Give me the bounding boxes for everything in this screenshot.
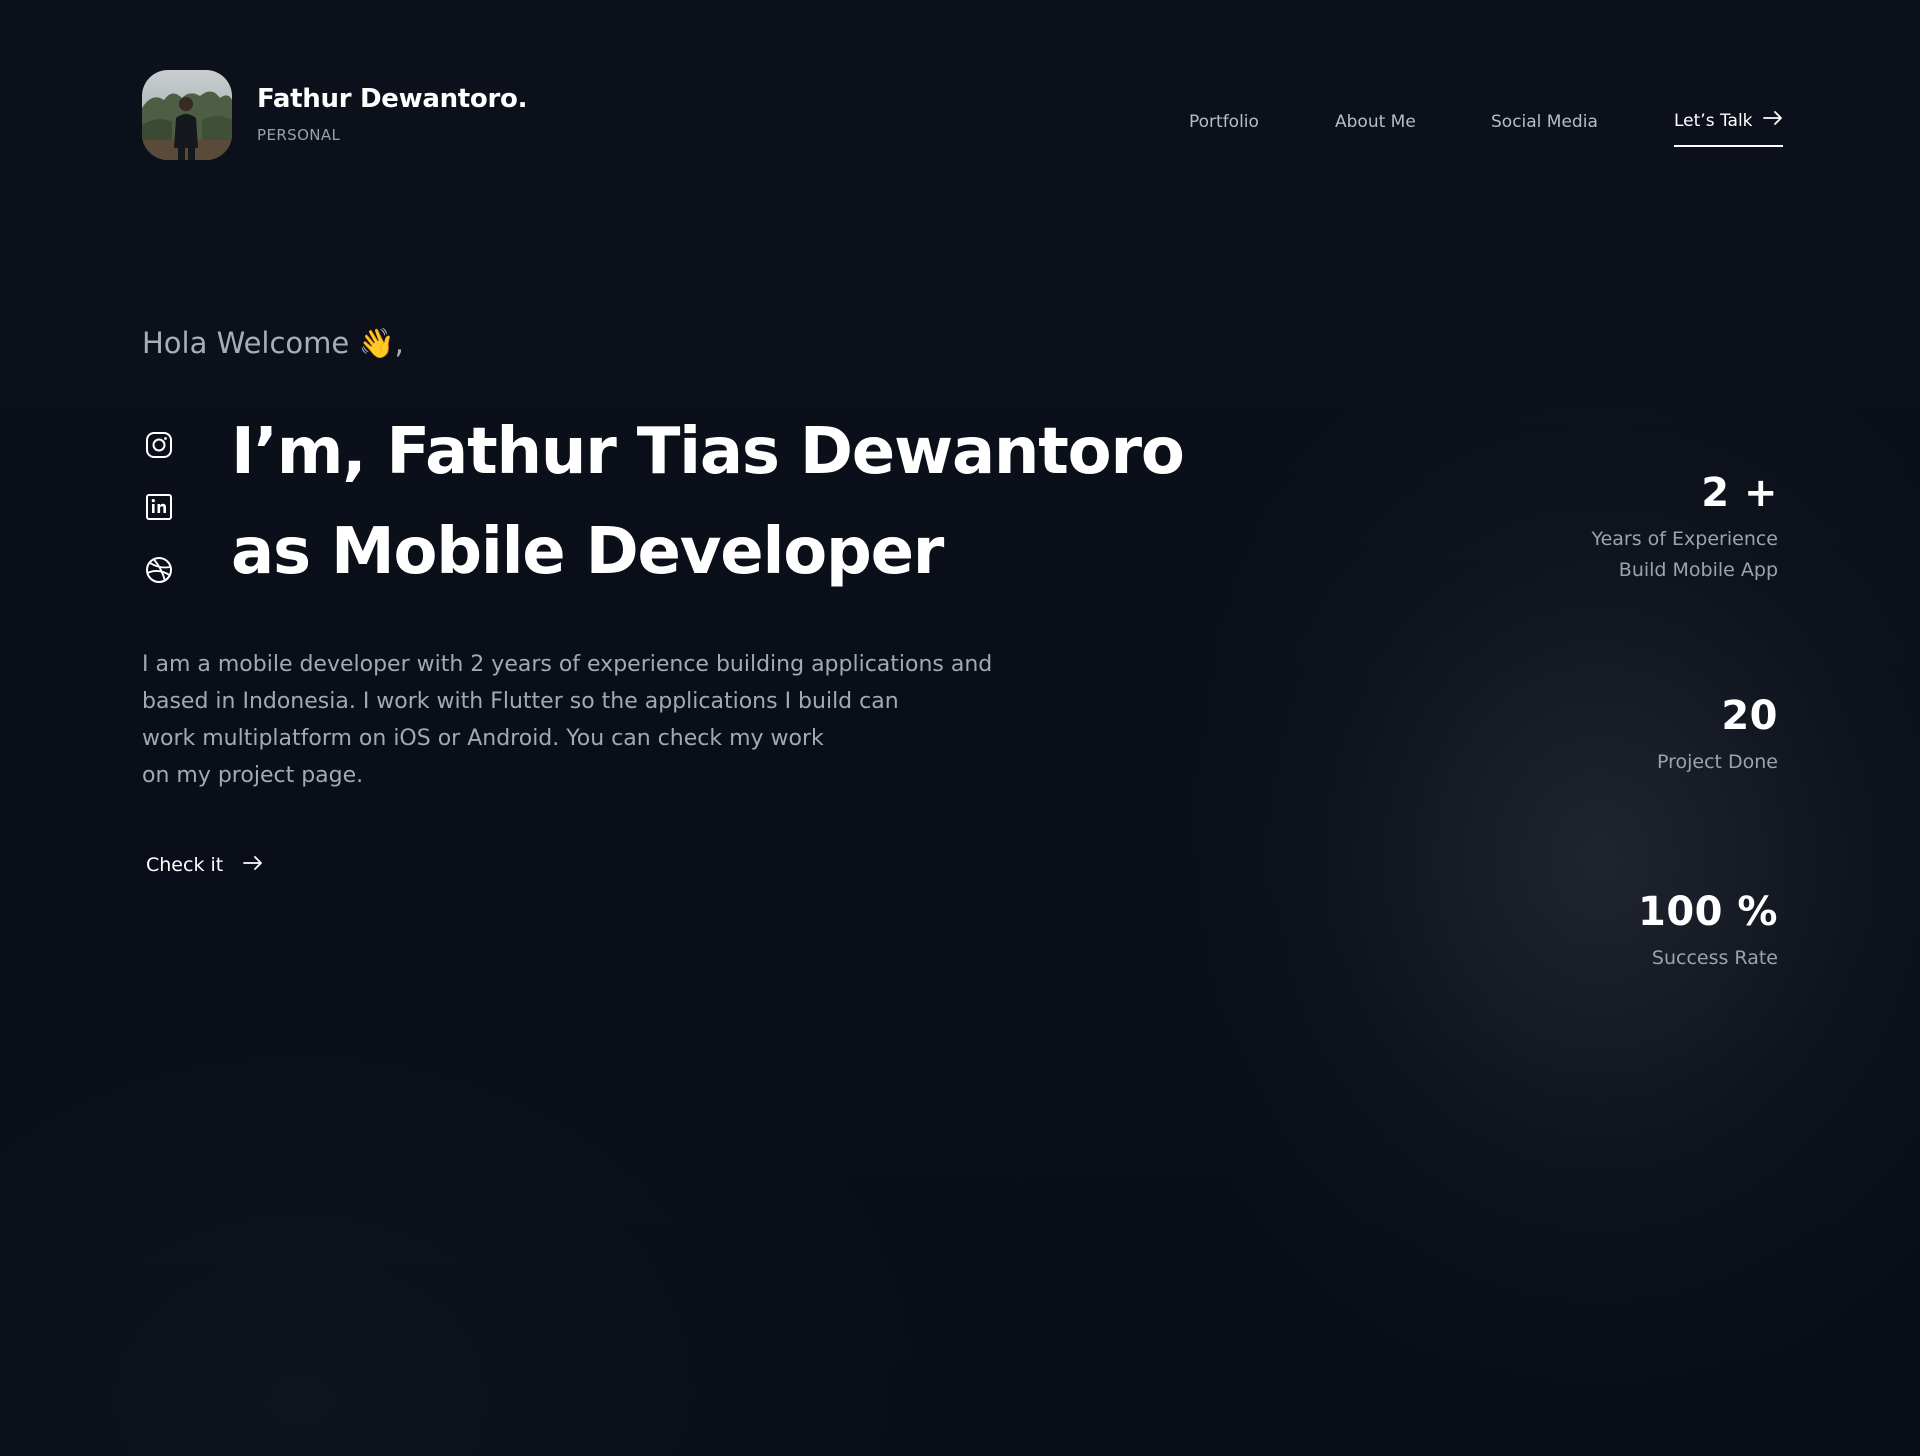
dribbble-icon[interactable] bbox=[144, 555, 174, 585]
stat-label: Success Rate bbox=[1651, 947, 1778, 969]
headline-line-1: I’m, Fathur Tias Dewantoro bbox=[231, 415, 1185, 489]
avatar bbox=[142, 70, 232, 160]
headline-line-2: as Mobile Developer bbox=[231, 515, 944, 589]
stat-label: Build Mobile App bbox=[1618, 559, 1778, 581]
stat-value: 100 % bbox=[1638, 889, 1778, 935]
check-it-link[interactable]: Check it bbox=[146, 854, 263, 876]
stat-projects: 20 Project Done bbox=[1657, 693, 1778, 778]
stat-value: 2 + bbox=[1701, 470, 1778, 516]
stat-label: Years of Experience bbox=[1591, 528, 1778, 550]
stat-experience: 2 + Years of Experience Build Mobile App bbox=[1592, 470, 1778, 586]
linkedin-icon[interactable] bbox=[144, 492, 174, 522]
arrow-right-icon bbox=[243, 854, 263, 876]
stat-value: 20 bbox=[1721, 693, 1778, 739]
bio-line: work multiplatform on iOS or Android. Yo… bbox=[142, 726, 824, 751]
brand-name: Fathur Dewantoro. bbox=[257, 84, 528, 114]
check-it-label: Check it bbox=[146, 854, 224, 876]
lets-talk-label: Let’s Talk bbox=[1674, 110, 1753, 131]
nav-social-media[interactable]: Social Media bbox=[1491, 112, 1598, 132]
bio-line: I am a mobile developer with 2 years of … bbox=[142, 652, 993, 677]
instagram-icon[interactable] bbox=[144, 430, 174, 460]
greeting: Hola Welcome 👋, bbox=[142, 326, 404, 360]
arrow-right-icon bbox=[1762, 110, 1783, 131]
nav-about-me[interactable]: About Me bbox=[1335, 112, 1416, 132]
bio-paragraph: I am a mobile developer with 2 years of … bbox=[142, 646, 1022, 794]
profile-photo bbox=[142, 70, 232, 160]
stat-label: Project Done bbox=[1656, 751, 1778, 773]
bio-line: on my project page. bbox=[142, 763, 364, 788]
lets-talk-link[interactable]: Let’s Talk bbox=[1674, 110, 1783, 147]
bio-line: based in Indonesia. I work with Flutter … bbox=[142, 689, 899, 714]
stat-success-rate: 100 % Success Rate bbox=[1638, 889, 1778, 974]
brand-subtitle: PERSONAL bbox=[257, 126, 341, 144]
nav-portfolio[interactable]: Portfolio bbox=[1189, 112, 1259, 132]
